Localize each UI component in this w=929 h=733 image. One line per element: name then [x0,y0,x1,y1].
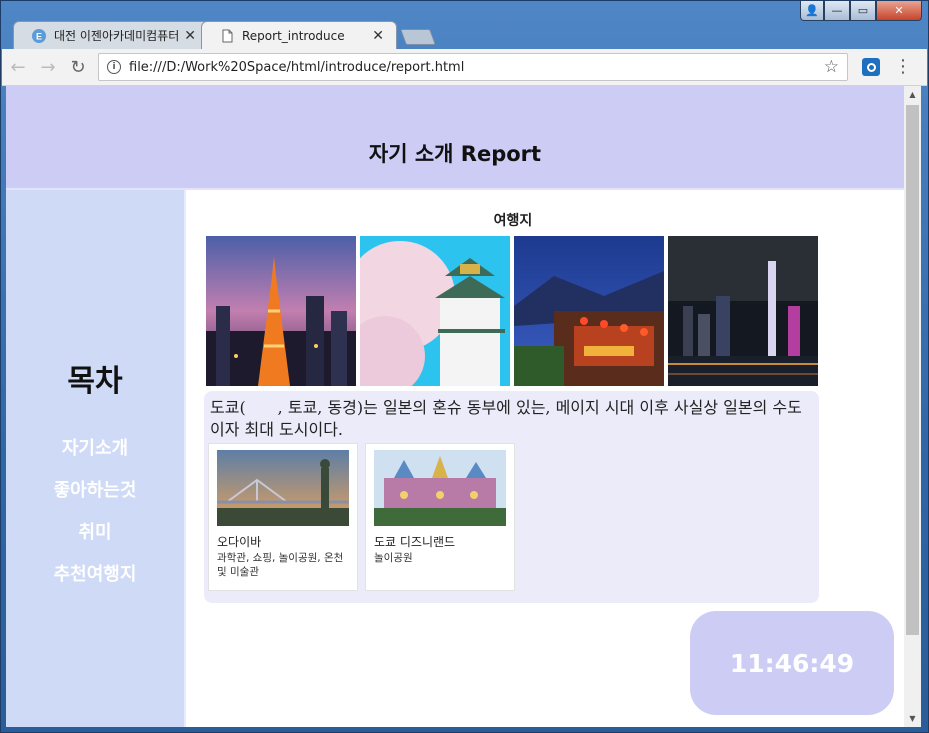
back-button[interactable]: ← [4,53,32,81]
sidebar-item-travel[interactable]: 추천여행지 [6,561,184,603]
tokyo-info-box: 도쿄( , 토쿄, 동경)는 일본의 혼슈 동부에 있는, 메이지 시대 이후 … [204,391,819,603]
osaka-castle-cherry-blossom-photo [360,236,510,386]
jiufen-lanterns-photo [514,236,664,386]
tab-close-icon[interactable]: ✕ [184,28,196,44]
odaiba-photo [217,450,349,526]
place-description: 놀이공원 [374,552,413,564]
bookmark-star-icon[interactable]: ☆ [824,57,839,77]
url-text: file:///D:/Work%20Space/html/introduce/r… [129,59,465,75]
ezen-favicon-icon: E [32,28,46,43]
tab-report-introduce[interactable]: Report_introduce ✕ [201,21,397,49]
page-viewport: 자기 소개 Report 목차 자기소개 좋아하는것 취미 추천여행지 여행지 [6,86,904,727]
scrollbar-thumb[interactable] [906,105,919,635]
clock-widget: 11:46:49 [690,611,894,715]
toc-title: 목차 [67,364,123,399]
page-header: 자기 소개 Report [6,86,904,190]
maximize-button[interactable]: ▭ [850,1,876,21]
info-icon[interactable]: i [107,60,121,74]
sidebar: 목차 자기소개 좋아하는것 취미 추천여행지 [6,190,186,727]
place-name: 도쿄 디즈니랜드 [374,535,456,549]
tab-strip: E 대전 이젠아카데미컴퓨터 ✕ Report_introduce ✕ [13,19,436,49]
scroll-down-arrow-icon[interactable]: ▼ [904,710,921,727]
tokyo-description: 도쿄( , 토쿄, 동경)는 일본의 혼슈 동부에 있는, 메이지 시대 이후 … [210,398,802,439]
disneyland-photo [374,450,506,526]
tab-title: 대전 이젠아카데미컴퓨터 [54,29,179,43]
scroll-up-arrow-icon[interactable]: ▲ [904,86,921,103]
tab-close-icon[interactable]: ✕ [372,28,384,44]
place-name: 오다이바 [217,535,262,549]
page-title: 자기 소개 Report [368,142,542,166]
close-window-button[interactable]: ✕ [876,1,922,21]
window-caption-buttons: 👤 — ▭ ✕ [800,1,922,21]
svg-text:E: E [36,31,42,41]
tokyo-tower-night-photo [206,236,356,386]
menu-icon[interactable]: ⋮ [894,58,912,76]
user-profile-icon[interactable]: 👤 [800,1,824,21]
forward-button[interactable]: → [34,53,62,81]
new-tab-button[interactable] [400,29,436,45]
address-bar[interactable]: i file:///D:/Work%20Space/html/introduce… [98,53,848,81]
sidebar-item-hobby[interactable]: 취미 [6,519,184,561]
place-card-disneyland[interactable]: 도쿄 디즈니랜드 놀이공원 [365,443,515,591]
reload-button[interactable]: ↻ [64,53,92,81]
hong-kong-skyline-photo [668,236,818,386]
photo-gallery [206,236,818,386]
sidebar-item-intro[interactable]: 자기소개 [6,435,184,477]
sidebar-item-likes[interactable]: 좋아하는것 [6,477,184,519]
extension-icon[interactable] [862,58,880,76]
sidebar-menu: 자기소개 좋아하는것 취미 추천여행지 [6,435,184,603]
tab-title: Report_introduce [242,28,345,43]
minimize-button[interactable]: — [824,1,850,21]
vertical-scrollbar[interactable]: ▲ ▼ [904,86,921,727]
tab-ezen-academy[interactable]: E 대전 이젠아카데미컴퓨터 ✕ [13,21,209,49]
place-description: 과학관, 쇼핑, 놀이공원, 온천 및 미술관 [217,552,344,578]
section-title: 여행지 [493,213,533,229]
page-favicon-icon [222,29,233,42]
browser-toolbar: ← → ↻ i file:///D:/Work%20Space/html/int… [2,49,927,86]
place-card-odaiba[interactable]: 오다이바 과학관, 쇼핑, 놀이공원, 온천 및 미술관 [208,443,358,591]
